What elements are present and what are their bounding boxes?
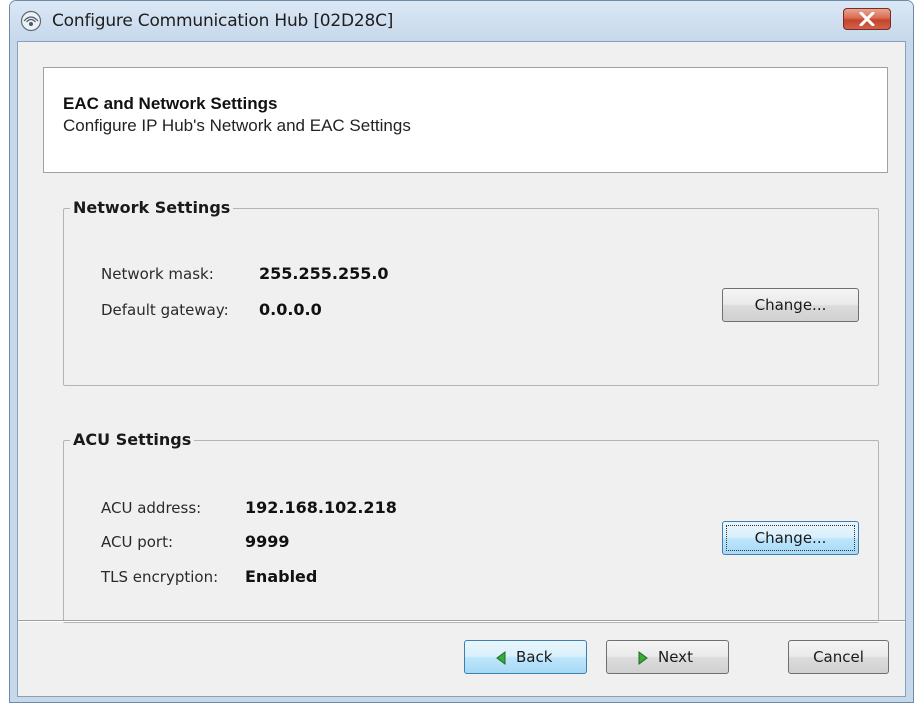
- network-mask-value: 255.255.255.0: [259, 264, 389, 283]
- acu-address-value: 192.168.102.218: [245, 498, 397, 517]
- acu-change-label: Change...: [754, 529, 827, 547]
- acu-change-button[interactable]: Change...: [722, 521, 859, 555]
- dialog-content: EAC and Network Settings Configure IP Hu…: [17, 41, 906, 697]
- network-settings-group: Network Settings Network mask: 255.255.2…: [63, 198, 879, 386]
- header-title: EAC and Network Settings: [63, 94, 278, 113]
- next-label: Next: [658, 648, 693, 666]
- default-gateway-label: Default gateway:: [101, 301, 229, 319]
- arrow-right-icon: [638, 651, 648, 665]
- window-title: Configure Communication Hub [02D28C]: [52, 11, 394, 31]
- arrow-left-icon: [496, 651, 506, 665]
- title-bar: Configure Communication Hub [02D28C]: [10, 1, 913, 41]
- acu-port-label: ACU port:: [101, 533, 174, 551]
- network-change-label: Change...: [754, 296, 827, 314]
- close-button[interactable]: [843, 8, 891, 30]
- dialog-window: Configure Communication Hub [02D28C] EAC…: [9, 0, 914, 703]
- footer-separator: [18, 620, 905, 622]
- back-label: Back: [516, 648, 553, 666]
- wizard-header: EAC and Network Settings Configure IP Hu…: [43, 67, 888, 173]
- close-icon: [859, 12, 875, 26]
- network-settings-title: Network Settings: [70, 198, 234, 217]
- header-subtitle: Configure IP Hub's Network and EAC Setti…: [63, 116, 411, 135]
- back-button[interactable]: Back: [464, 640, 587, 674]
- acu-port-value: 9999: [245, 532, 290, 551]
- tls-encryption-value: Enabled: [245, 567, 318, 586]
- cancel-label: Cancel: [813, 648, 864, 666]
- acu-address-label: ACU address:: [101, 499, 202, 517]
- network-change-button[interactable]: Change...: [722, 288, 859, 322]
- network-mask-label: Network mask:: [101, 265, 214, 283]
- tls-encryption-label: TLS encryption:: [101, 568, 219, 586]
- acu-settings-title: ACU Settings: [70, 430, 195, 449]
- default-gateway-value: 0.0.0.0: [259, 300, 322, 319]
- next-button[interactable]: Next: [606, 640, 729, 674]
- hub-icon: [20, 10, 42, 32]
- acu-settings-group: ACU Settings ACU address: 192.168.102.21…: [63, 430, 879, 623]
- cancel-button[interactable]: Cancel: [788, 640, 889, 674]
